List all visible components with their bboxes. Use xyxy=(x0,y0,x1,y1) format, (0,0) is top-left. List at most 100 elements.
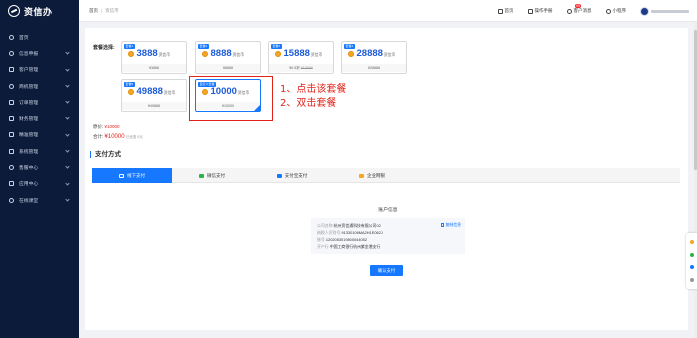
sidebar-item-service[interactable]: 售服中心 xyxy=(0,159,79,175)
package-amount: 49888 xyxy=(136,86,163,97)
gear-icon xyxy=(9,83,14,89)
sidebar-item-label: 商机管理 xyxy=(19,84,39,90)
sidebar-item-label: 系统管理 xyxy=(19,149,39,155)
floating-top-icon[interactable] xyxy=(689,277,694,282)
sidebar-item-orders[interactable]: 订单管理 xyxy=(0,94,79,110)
package-price-value: ¥0.5折 xyxy=(289,66,300,70)
coin-icon xyxy=(202,50,208,57)
confirm-payment-button[interactable]: 确认支付 xyxy=(370,265,403,276)
account-row-value: 中国工商银行杭州紫金港支行 xyxy=(329,244,381,249)
topbar: 首页 | 资信币 首页 操作手册 99 客户消息 小程序 xyxy=(79,0,697,22)
account-row-key: 账号: xyxy=(317,237,326,242)
package-card-4[interactable]: 套餐4 28888 资信币 ¥28888 xyxy=(341,41,407,74)
package-card-3[interactable]: 套餐3 15888 资信币 ¥0.5折 ¥15888 xyxy=(268,41,334,74)
sidebar-item-classroom[interactable]: 在线课堂 xyxy=(0,192,79,208)
account-info-title: 账户信息 xyxy=(378,208,398,213)
annotation-step-2: 2、双击套餐 xyxy=(280,98,337,109)
tab-enterprise-bank[interactable]: 企业网银 xyxy=(332,168,412,183)
topnav-manual[interactable]: 操作手册 xyxy=(527,8,553,14)
original-price-value: ¥10000 xyxy=(104,124,120,129)
app-logo[interactable]: 资信办 xyxy=(0,0,79,22)
account-info: 账户信息 复制信息 公司名称:杭州资信通科技有限公司02 纳税人识别号:9133… xyxy=(311,206,465,254)
sidebar-item-finance[interactable]: 财务管理 xyxy=(0,110,79,126)
package-amount: 8888 xyxy=(210,48,232,59)
floating-phone-icon[interactable] xyxy=(689,265,694,270)
package-label: 套餐选择: xyxy=(93,45,115,51)
home-icon xyxy=(9,34,14,40)
copy-info-label: 复制信息 xyxy=(445,222,461,227)
package-amount: 3888 xyxy=(136,48,158,59)
copy-info-button[interactable]: 复制信息 xyxy=(440,222,461,228)
package-price-value: ¥8888 xyxy=(223,66,233,70)
bank-icon xyxy=(119,173,124,178)
package-unit: 资信币 xyxy=(383,53,396,57)
account-row-taxid: 纳税人识别号:91330106MA2H1E062J xyxy=(317,229,459,236)
package-price: ¥8888 xyxy=(196,64,260,72)
book-icon xyxy=(527,8,533,14)
chevron-down-icon xyxy=(65,197,70,202)
package-price-value: ¥3888 xyxy=(149,66,159,70)
home-icon xyxy=(497,8,503,14)
floating-toolbar[interactable] xyxy=(686,233,697,289)
coin-icon xyxy=(128,88,134,95)
sidebar-item-declare[interactable]: 信息申报 xyxy=(0,45,79,61)
total-row: 合计: ¥10000 已优惠 0元 xyxy=(93,134,143,140)
wechat-icon xyxy=(199,173,204,178)
topnav-miniprogram-label: 小程序 xyxy=(612,8,627,13)
floating-chat-icon[interactable] xyxy=(689,240,694,245)
sidebar-item-label: 精准管理 xyxy=(19,133,39,139)
order-icon xyxy=(9,99,14,105)
annotation-step-1: 1、点击该套餐 xyxy=(280,84,347,95)
sidebar-item-opportunities[interactable]: 商机管理 xyxy=(0,78,79,94)
account-row-bank: 开户行:中国工商银行杭州紫金港支行 xyxy=(317,243,459,250)
miniprogram-icon xyxy=(605,8,611,14)
annotation-highlight-box xyxy=(189,76,273,121)
topnav-miniprogram[interactable]: 小程序 xyxy=(605,8,627,14)
avatar xyxy=(640,6,649,16)
user-menu[interactable] xyxy=(640,6,689,16)
tab-label: 线下支付 xyxy=(127,172,145,178)
account-row-value: 1202053019800044052 xyxy=(325,237,367,242)
coin-icon xyxy=(348,50,354,57)
package-amount: 28888 xyxy=(356,48,383,59)
ebank-icon xyxy=(359,173,364,178)
sidebar-item-system[interactable]: 系统管理 xyxy=(0,143,79,159)
main-panel: 套餐选择: 套餐1 3888 资信币 ¥3888 套餐2 8888 资信币 ¥888… xyxy=(85,28,688,330)
document-icon xyxy=(9,50,14,56)
notification-badge: 99 xyxy=(574,4,582,8)
topnav-customers[interactable]: 99 客户消息 xyxy=(566,4,592,14)
package-card-2[interactable]: 套餐2 8888 资信币 ¥8888 xyxy=(195,41,261,74)
tab-wechat-pay[interactable]: 微信支付 xyxy=(172,168,252,183)
package-card-5[interactable]: 套餐5 49888 资信币 ¥49888 xyxy=(121,79,187,112)
topnav-home[interactable]: 首页 xyxy=(497,8,514,14)
package-unit: 资信币 xyxy=(310,53,323,57)
package-price: ¥28888 xyxy=(342,64,406,72)
sidebar-item-precision[interactable]: 精准管理 xyxy=(0,127,79,143)
coin-icon xyxy=(128,50,134,57)
breadcrumb-separator: | xyxy=(101,7,103,13)
floating-wechat-icon[interactable] xyxy=(689,252,694,257)
sidebar-item-customers[interactable]: 客户管理 xyxy=(0,62,79,78)
annotation-steps: 1、点击该套餐 2、双击套餐 xyxy=(280,83,346,111)
package-unit: 资信币 xyxy=(158,53,171,57)
package-price: ¥49888 xyxy=(122,102,186,110)
system-icon xyxy=(9,148,14,154)
app-icon xyxy=(9,181,14,187)
package-price: ¥3888 xyxy=(122,64,186,72)
tab-alipay[interactable]: 支付宝支付 xyxy=(252,168,332,183)
tab-label: 支付宝支付 xyxy=(284,172,308,178)
classroom-icon xyxy=(9,197,14,203)
package-price-value: ¥28888 xyxy=(368,66,380,70)
username-redacted xyxy=(651,9,689,13)
payment-section-title: 支付方式 xyxy=(90,151,121,158)
package-card-1[interactable]: 套餐1 3888 资信币 ¥3888 xyxy=(121,41,187,74)
account-row-value: 91330106MA2H1E062J xyxy=(341,230,383,235)
breadcrumb-home[interactable]: 首页 xyxy=(89,8,98,14)
sidebar-item-label: 应用中心 xyxy=(19,182,39,188)
sidebar-item-apps[interactable]: 应用中心 xyxy=(0,176,79,192)
chevron-down-icon xyxy=(65,66,70,72)
tab-offline-payment[interactable]: 线下支付 xyxy=(92,168,172,183)
sidebar-item-home[interactable]: 首页 xyxy=(0,29,79,45)
total-label: 合计: xyxy=(93,134,104,139)
sidebar-item-label: 财务管理 xyxy=(19,117,39,123)
